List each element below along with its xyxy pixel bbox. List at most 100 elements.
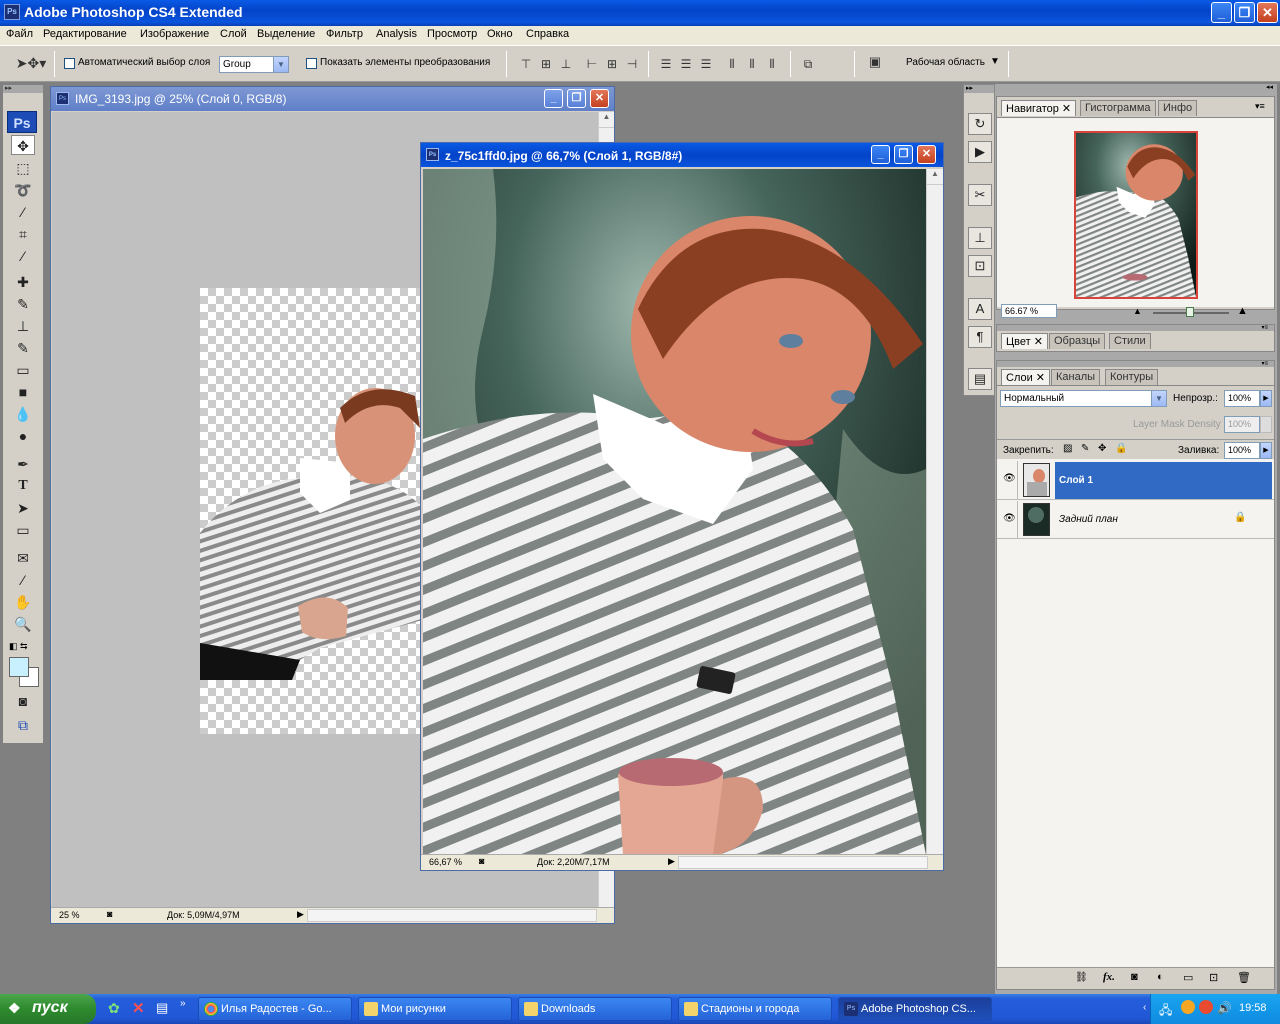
path-select-tool-icon[interactable]: ➤ [11, 498, 35, 518]
character-panel-icon[interactable]: A [968, 298, 992, 320]
menu-file[interactable]: Файл [6, 28, 33, 40]
network-icon[interactable]: 🖧 [1159, 1001, 1172, 1022]
menu-layer[interactable]: Слой [220, 28, 247, 40]
navigator-thumbnail[interactable] [1074, 131, 1198, 299]
align-top-icon[interactable]: ⊤ [516, 56, 536, 72]
menu-view[interactable]: Просмотр [427, 28, 477, 40]
zoom-out-icon[interactable]: ▲ [1133, 306, 1142, 316]
clone-source-icon[interactable]: ⊥ [968, 227, 992, 249]
eye-icon[interactable]: 👁 [1003, 473, 1016, 484]
tray-app-icon[interactable] [1181, 1000, 1195, 1014]
opacity-field[interactable]: 100% [1224, 390, 1260, 407]
volume-icon[interactable]: 🔊 [1217, 1001, 1232, 1015]
blur-tool-icon[interactable]: 💧 [11, 404, 35, 424]
layer-name[interactable]: Слой 1 [1059, 475, 1093, 486]
menu-analysis[interactable]: Analysis [376, 28, 417, 40]
screen-mode-icon[interactable]: ⧉ [11, 715, 35, 735]
panel-menu-icon[interactable]: ▾≡ [1255, 101, 1265, 112]
navigator-zoom-field[interactable]: 66.67 % [1001, 304, 1057, 318]
align-right-icon[interactable]: ⊣ [622, 56, 642, 72]
document-title-bar[interactable]: Ps IMG_3193.jpg @ 25% (Слой 0, RGB/8) _ … [51, 87, 614, 111]
brush-tool-icon[interactable]: ✎ [11, 294, 35, 314]
document-maximize-button[interactable]: ❐ [567, 89, 586, 108]
pen-tool-icon[interactable]: ✒ [11, 454, 35, 474]
shape-tool-icon[interactable]: ▭ [11, 520, 35, 540]
quick-mask-icon[interactable]: ◙ [11, 691, 35, 711]
tray-expand-icon[interactable]: ‹ [1143, 1002, 1146, 1013]
move-tool-preset-icon[interactable]: ➤✥▾ [14, 55, 48, 71]
color-panel-grip[interactable]: ▾≡ [997, 325, 1274, 331]
taskbar-item-photoshop[interactable]: Ps Adobe Photoshop CS... [838, 997, 992, 1021]
quicklaunch-icq-icon[interactable]: ✿ [108, 1000, 120, 1017]
tab-channels[interactable]: Каналы [1051, 369, 1101, 385]
layer-comps-icon[interactable]: ▤ [968, 368, 992, 390]
taskbar-item-my-pictures[interactable]: Мои рисунки [358, 997, 512, 1021]
dodge-tool-icon[interactable]: ● [11, 426, 35, 446]
show-transform-checkbox[interactable] [306, 58, 317, 69]
actions-panel-icon[interactable]: ▶ [968, 141, 992, 163]
new-group-icon[interactable]: ▭ [1183, 971, 1193, 984]
document-close-button[interactable]: ✕ [590, 89, 609, 108]
auto-select-checkbox[interactable] [64, 58, 75, 69]
eyedropper-tool-icon[interactable]: ⁄ [11, 246, 35, 266]
default-colors-icon[interactable]: ◧ ⇆ [9, 641, 28, 652]
tab-swatches[interactable]: Образцы [1049, 333, 1106, 349]
zoom-slider-thumb[interactable] [1186, 307, 1194, 317]
lock-position-icon[interactable]: ✥ [1098, 443, 1106, 454]
taskbar-item-chrome[interactable]: Илья Радостев - Go... [198, 997, 352, 1021]
crop-tool-icon[interactable]: ⌗ [11, 224, 35, 244]
bridge-icon[interactable]: ▣ [862, 54, 888, 70]
lock-image-icon[interactable]: ✎ [1081, 443, 1089, 454]
distribute-bottom-icon[interactable]: ☰ [696, 56, 716, 72]
distribute-right-icon[interactable]: ⫴ [762, 56, 782, 72]
opacity-slider-arrow-icon[interactable]: ▶ [1260, 390, 1272, 407]
animation-panel-icon[interactable]: ⊡ [968, 255, 992, 277]
menu-filter[interactable]: Фильтр [326, 28, 363, 40]
quick-select-tool-icon[interactable]: ⁄ [11, 202, 35, 222]
adjustment-layer-icon[interactable]: ◐ [1157, 971, 1164, 983]
tab-info[interactable]: Инфо [1158, 100, 1198, 116]
layer-style-icon[interactable]: fx. [1103, 971, 1115, 983]
menu-window[interactable]: Окно [487, 28, 513, 40]
document-close-button[interactable]: ✕ [917, 145, 936, 164]
menu-image[interactable]: Изображение [140, 28, 209, 40]
taskbar-item-downloads[interactable]: Downloads [518, 997, 672, 1021]
healing-brush-tool-icon[interactable]: ✚ [11, 272, 35, 292]
document-minimize-button[interactable]: _ [871, 145, 890, 164]
move-tool-icon[interactable]: ✥ [11, 135, 35, 155]
taskbar-item-stadiums[interactable]: Стадионы и города [678, 997, 832, 1021]
distribute-left-icon[interactable]: ⫴ [722, 56, 742, 72]
document-maximize-button[interactable]: ❐ [894, 145, 913, 164]
menu-edit[interactable]: Редактирование [43, 28, 127, 40]
quicklaunch-folder-icon[interactable]: ▤ [156, 1000, 168, 1016]
blend-mode-dropdown[interactable]: Нормальный ▼ [1000, 390, 1167, 407]
new-layer-icon[interactable]: ⊡ [1209, 971, 1218, 984]
foreground-color-swatch[interactable] [9, 657, 29, 677]
layer-name[interactable]: Задний план [1059, 514, 1118, 525]
distribute-hcenter-icon[interactable]: ⫴ [742, 56, 762, 72]
dock-header[interactable]: ▸▸ [964, 85, 994, 93]
tab-color[interactable]: Цвет ✕ [1001, 333, 1048, 349]
menu-help[interactable]: Справка [526, 28, 569, 40]
paragraph-panel-icon[interactable]: ¶ [968, 326, 992, 348]
layer-row[interactable]: 👁 Слой 1 [997, 461, 1274, 500]
auto-select-dropdown[interactable]: Group ▼ [219, 56, 289, 73]
distribute-vcenter-icon[interactable]: ☰ [676, 56, 696, 72]
clock[interactable]: 19:58 [1239, 1002, 1267, 1014]
delete-layer-icon[interactable]: 🗑 [1237, 971, 1251, 984]
horizontal-scrollbar[interactable] [307, 909, 597, 922]
tray-app-icon[interactable] [1199, 1000, 1213, 1014]
hand-tool-icon[interactable]: ✋ [11, 592, 35, 612]
status-info-icon[interactable]: ◙ [107, 909, 112, 919]
tab-layers[interactable]: Слои ✕ [1001, 369, 1051, 385]
tool-presets-icon[interactable]: ✂ [968, 184, 992, 206]
workspace-menu[interactable]: Рабочая область [906, 57, 985, 68]
document-minimize-button[interactable]: _ [544, 89, 563, 108]
type-tool-icon[interactable]: T [11, 476, 35, 496]
panel-column-header[interactable]: ◂◂ [995, 84, 1277, 92]
add-mask-icon[interactable]: ◙ [1131, 971, 1138, 983]
status-info-icon[interactable]: ◙ [479, 856, 484, 866]
marquee-tool-icon[interactable]: ⬚ [11, 158, 35, 178]
fill-slider-arrow-icon[interactable]: ▶ [1260, 442, 1272, 459]
align-left-icon[interactable]: ⊢ [582, 56, 602, 72]
